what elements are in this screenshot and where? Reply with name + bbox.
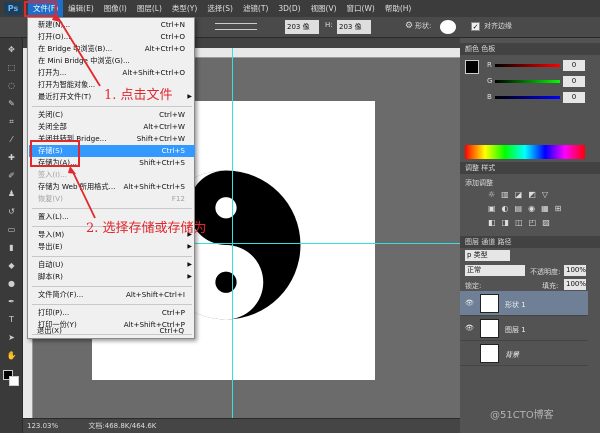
annotation-step1: 1. 点击文件 [104,88,173,103]
watermark: @51CTO博客 [490,410,554,421]
annotation-step2: 2. 选择存储或存储为 [86,221,207,236]
